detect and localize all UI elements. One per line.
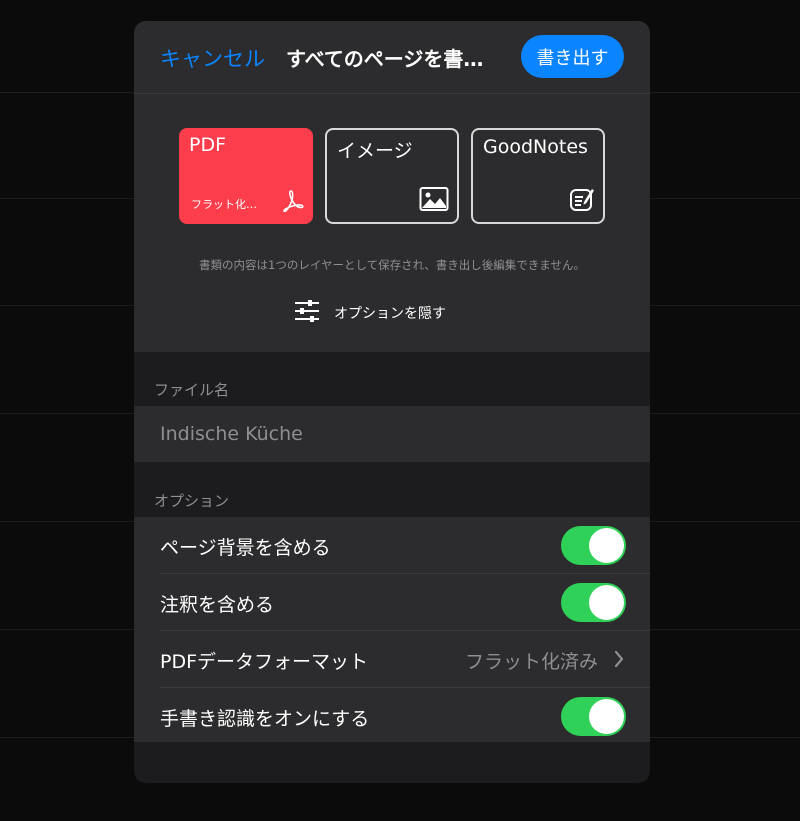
format-pdf[interactable]: PDF フラット化… [179, 128, 313, 224]
toggle-knob [589, 585, 624, 620]
toggle-knob [589, 699, 624, 734]
export-dialog: キャンセル すべてのページを書… 書き出す PDF フラット化… イメージ Go… [134, 21, 650, 783]
pdf-icon [279, 188, 305, 218]
annotations-toggle[interactable] [561, 583, 626, 622]
dialog-title: すべてのページを書… [286, 47, 484, 71]
option-label-handwriting: 手書き認識をオンにする [160, 708, 370, 730]
option-row-handwriting[interactable]: 手書き認識をオンにする [160, 688, 650, 744]
format-image[interactable]: イメージ [325, 128, 459, 224]
format-pdf-sublabel: フラット化… [191, 198, 257, 211]
toggle-knob [589, 528, 624, 563]
format-picker: PDF フラット化… イメージ GoodNotes 書類の内容は1つのレイヤーと… [134, 94, 650, 352]
hide-options-button[interactable]: オプションを隠す [294, 300, 446, 326]
goodnotes-icon [569, 186, 595, 216]
option-row-background[interactable]: ページ背景を含める [160, 517, 650, 574]
option-label-annotations: 注釈を含める [160, 594, 275, 616]
options-section-header: オプション [134, 462, 650, 517]
pdf-format-value: フラット化済み [464, 651, 598, 673]
filename-section-header: ファイル名 [134, 352, 650, 406]
background-toggle[interactable] [561, 526, 626, 565]
option-row-pdf-format[interactable]: PDFデータフォーマット フラット化済み [160, 631, 650, 688]
dialog-header: キャンセル すべてのページを書… 書き出す [134, 21, 650, 94]
filename-section-label: ファイル名 [154, 381, 230, 399]
format-goodnotes-label: GoodNotes [483, 136, 588, 158]
format-pdf-label: PDF [189, 134, 227, 156]
cancel-button[interactable]: キャンセル [160, 43, 265, 73]
option-label-background: ページ背景を含める [160, 537, 331, 559]
format-note: 書類の内容は1つのレイヤーとして保存され、書き出し後編集できません。 [199, 258, 585, 272]
options-section-label: オプション [154, 492, 230, 510]
handwriting-toggle[interactable] [561, 697, 626, 736]
format-image-label: イメージ [337, 140, 413, 162]
image-icon [419, 186, 449, 216]
export-button[interactable]: 書き出す [521, 35, 624, 78]
filename-input[interactable] [160, 406, 620, 462]
chevron-right-icon [614, 650, 624, 672]
format-goodnotes[interactable]: GoodNotes [471, 128, 605, 224]
sliders-icon [294, 300, 320, 326]
hide-options-label: オプションを隠す [334, 306, 446, 322]
option-label-pdf-format: PDFデータフォーマット [160, 651, 369, 673]
options-list: ページ背景を含める 注釈を含める PDFデータフォーマット フラット化済み 手書… [134, 517, 650, 742]
option-row-annotations[interactable]: 注釈を含める [160, 574, 650, 631]
filename-row [134, 406, 650, 462]
